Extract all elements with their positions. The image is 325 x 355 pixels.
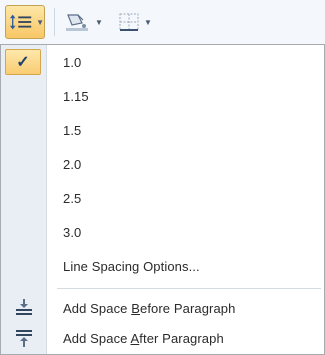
menu-item-spacing-2-5[interactable]: 2.5: [1, 183, 325, 213]
borders-icon: [119, 13, 139, 31]
menu-item-label: 1.0: [63, 54, 82, 70]
menu-item-spacing-3-0[interactable]: 3.0: [1, 217, 325, 247]
menu-item-label: Add Space After Paragraph: [63, 330, 224, 346]
menu-item-spacing-2-0[interactable]: 2.0: [1, 149, 325, 179]
line-spacing-icon: [9, 14, 32, 30]
menu-item-add-space-before[interactable]: Add Space Before Paragraph: [1, 293, 325, 323]
checkmark-icon: ✓: [16, 54, 30, 71]
menu-divider: [57, 288, 321, 289]
menu-item-label: 3.0: [63, 224, 82, 240]
chevron-down-icon: ▼: [144, 17, 152, 27]
menu-item-spacing-1-0[interactable]: ✓ 1.0: [1, 47, 325, 77]
menu-item-label: Add Space Before Paragraph: [63, 300, 236, 316]
shading-icon: [66, 14, 88, 31]
space-before-icon: [16, 299, 32, 315]
menu-item-label: 2.0: [63, 156, 82, 172]
menu-item-label: Line Spacing Options...: [63, 258, 200, 274]
chevron-down-icon: ▼: [36, 17, 44, 27]
menu-item-spacing-1-5[interactable]: 1.5: [1, 115, 325, 145]
chevron-down-icon: ▼: [95, 17, 103, 27]
menu-item-label: 1.5: [63, 122, 82, 138]
menu-item-line-spacing-options[interactable]: Line Spacing Options...: [1, 251, 325, 281]
line-spacing-menu: ✓ 1.0 1.15 1.5 2.0 2.5 3.0 Line Spacing …: [0, 44, 325, 355]
shading-button[interactable]: ▼: [62, 5, 114, 39]
menu-item-add-space-after[interactable]: Add Space After Paragraph: [1, 323, 325, 353]
ribbon-strip: ▼ ▼ ▼: [0, 0, 325, 44]
borders-button[interactable]: ▼: [117, 5, 167, 39]
ribbon-separator: [54, 8, 55, 36]
selected-indicator: ✓: [5, 49, 41, 75]
menu-item-label: 1.15: [63, 88, 89, 104]
space-after-icon: [16, 330, 32, 347]
menu-item-label: 2.5: [63, 190, 82, 206]
line-spacing-button[interactable]: ▼: [5, 5, 45, 39]
menu-item-spacing-1-15[interactable]: 1.15: [1, 81, 325, 111]
